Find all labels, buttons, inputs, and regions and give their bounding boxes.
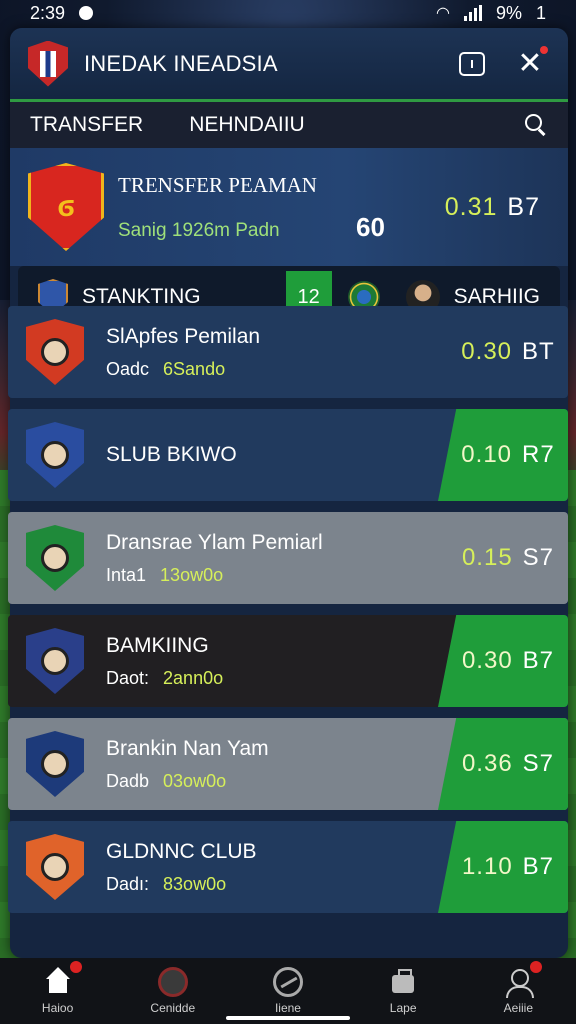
list-item[interactable]: Dransrae Ylam Pemiarl Inta1 13ow0o 0.15 S7 — [8, 512, 568, 604]
list-item-detail-label: Dadb — [106, 770, 150, 791]
featured-odds-value: 0.31 — [444, 192, 498, 221]
home-indicator — [226, 1016, 350, 1020]
odds-value: 0.15 — [461, 544, 513, 571]
home-icon — [43, 967, 73, 997]
nav-label: Aeiiie — [503, 1001, 534, 1015]
list-item-detail-label: Oadc — [106, 358, 150, 379]
signal-icon — [463, 5, 482, 21]
nav-item-cenidde[interactable]: Cenidde — [123, 967, 223, 1015]
odds-button[interactable]: 0.10 R7 — [438, 409, 568, 501]
odds-value: 0.30 — [461, 338, 513, 365]
notification-badge — [530, 961, 543, 973]
featured-odds[interactable]: 0.31 B7 — [445, 193, 540, 222]
odds-unit: BT — [522, 338, 555, 365]
odds-value: 0.30 — [461, 647, 513, 674]
alert-dot — [540, 45, 548, 54]
app-title: INEDAK INEADSIA — [84, 50, 278, 76]
club-badge-icon — [26, 319, 84, 385]
app-header: INEDAK INEADSIA ✕ — [10, 28, 568, 102]
circle-icon — [272, 967, 303, 997]
nav-item-iiene[interactable]: Iiene — [238, 967, 338, 1015]
odds-unit: B7 — [522, 647, 555, 674]
list-item-detail-value: 6Sando — [163, 358, 226, 379]
nav-label: Iiene — [274, 1001, 301, 1015]
list-item-detail-value: 13ow0o — [160, 564, 224, 585]
nav-label: Cenidde — [150, 1001, 196, 1015]
odds-button[interactable]: 0.15 S7 — [448, 512, 568, 604]
club-crest-icon: ϭ — [28, 163, 104, 251]
search-icon[interactable] — [524, 113, 548, 137]
odds-unit: R7 — [522, 441, 555, 468]
list-item[interactable]: SlApfes Pemilan Oadc 6Sando 0.30 BT — [8, 306, 568, 398]
window-button[interactable] — [452, 44, 492, 84]
transfer-list: SlApfes Pemilan Oadc 6Sando 0.30 BT SLUB BKIW… — [8, 306, 568, 924]
odds-value: 0.36 — [461, 750, 513, 777]
list-item-detail-value: 83ow0o — [163, 873, 227, 894]
odds-value: 0.10 — [461, 441, 513, 468]
tab-transfer[interactable]: TRANSFER — [30, 113, 143, 137]
user-icon — [503, 967, 535, 998]
list-item-detail-label: Dadı: — [106, 873, 150, 894]
list-item-detail-value: 03ow0o — [163, 770, 227, 791]
notification-badge — [69, 961, 82, 973]
featured-subtitle: Sanig 1926m Padn — [118, 219, 280, 241]
featured-mid-value: 60 — [356, 212, 385, 242]
tab-secondary[interactable]: NEHNDAIIU — [189, 113, 305, 137]
featured-odds-unit: B7 — [507, 192, 540, 221]
window-icon — [459, 51, 485, 76]
notification-dot-icon — [79, 6, 94, 20]
sim-indicator: 1 — [535, 2, 546, 23]
odds-unit: S7 — [522, 750, 555, 777]
club-badge-icon — [26, 628, 84, 694]
nav-item-aeiiie[interactable]: Aeiiie — [468, 961, 568, 1015]
bottom-navigation: Haioo Cenidde Iiene Lape Aeiiie — [0, 958, 576, 1024]
odds-unit: B7 — [522, 853, 555, 880]
close-button[interactable]: ✕ — [510, 44, 550, 84]
app-logo — [28, 40, 68, 87]
list-item[interactable]: GLDNNC CLUB Dadı: 83ow0o 1.10 B7 — [8, 821, 568, 913]
odds-value: 1.10 — [461, 853, 513, 880]
list-item-detail-label: Daot: — [106, 667, 150, 688]
odds-button[interactable]: 0.36 S7 — [438, 718, 568, 810]
odds-button[interactable]: 0.30 B7 — [438, 615, 568, 707]
status-bar: 2:39 ◠ 9% 1 — [0, 0, 576, 26]
close-icon: ✕ — [517, 46, 543, 80]
featured-title: TRENSFER PEAMAN — [118, 172, 317, 197]
shield-icon — [157, 967, 188, 997]
odds-button[interactable]: 1.10 B7 — [438, 821, 568, 913]
list-item[interactable]: Brankin Nan Yam Dadb 03ow0o 0.36 S7 — [8, 718, 568, 810]
nav-label: Haioo — [41, 1001, 74, 1015]
nav-label: Lape — [389, 1001, 417, 1015]
featured-card[interactable]: ϭ TRENSFER PEAMAN Sanig 1926m Padn 60 0.… — [10, 148, 568, 266]
tab-bar: TRANSFER NEHNDAIIU — [10, 102, 568, 148]
club-badge-icon — [26, 525, 84, 591]
nav-item-haioo[interactable]: Haioo — [8, 961, 108, 1015]
battery-level: 9% — [495, 2, 522, 23]
list-item[interactable]: BAMKIING Daot: 2ann0o 0.30 B7 — [8, 615, 568, 707]
club-badge-icon — [26, 731, 84, 797]
list-item-detail-value: 2ann0o — [163, 667, 224, 688]
nav-item-lape[interactable]: Lape — [353, 967, 453, 1015]
list-item-detail-label: Inta1 — [106, 564, 147, 585]
status-time: 2:39 — [30, 2, 66, 23]
wifi-icon: ◠ — [436, 5, 450, 22]
club-badge-icon — [26, 834, 84, 900]
list-item[interactable]: SLUB BKIWO 0.10 R7 — [8, 409, 568, 501]
odds-unit: S7 — [522, 544, 555, 571]
club-badge-icon — [26, 422, 84, 488]
bag-icon — [388, 967, 418, 997]
odds-button[interactable]: 0.30 BT — [448, 306, 568, 398]
